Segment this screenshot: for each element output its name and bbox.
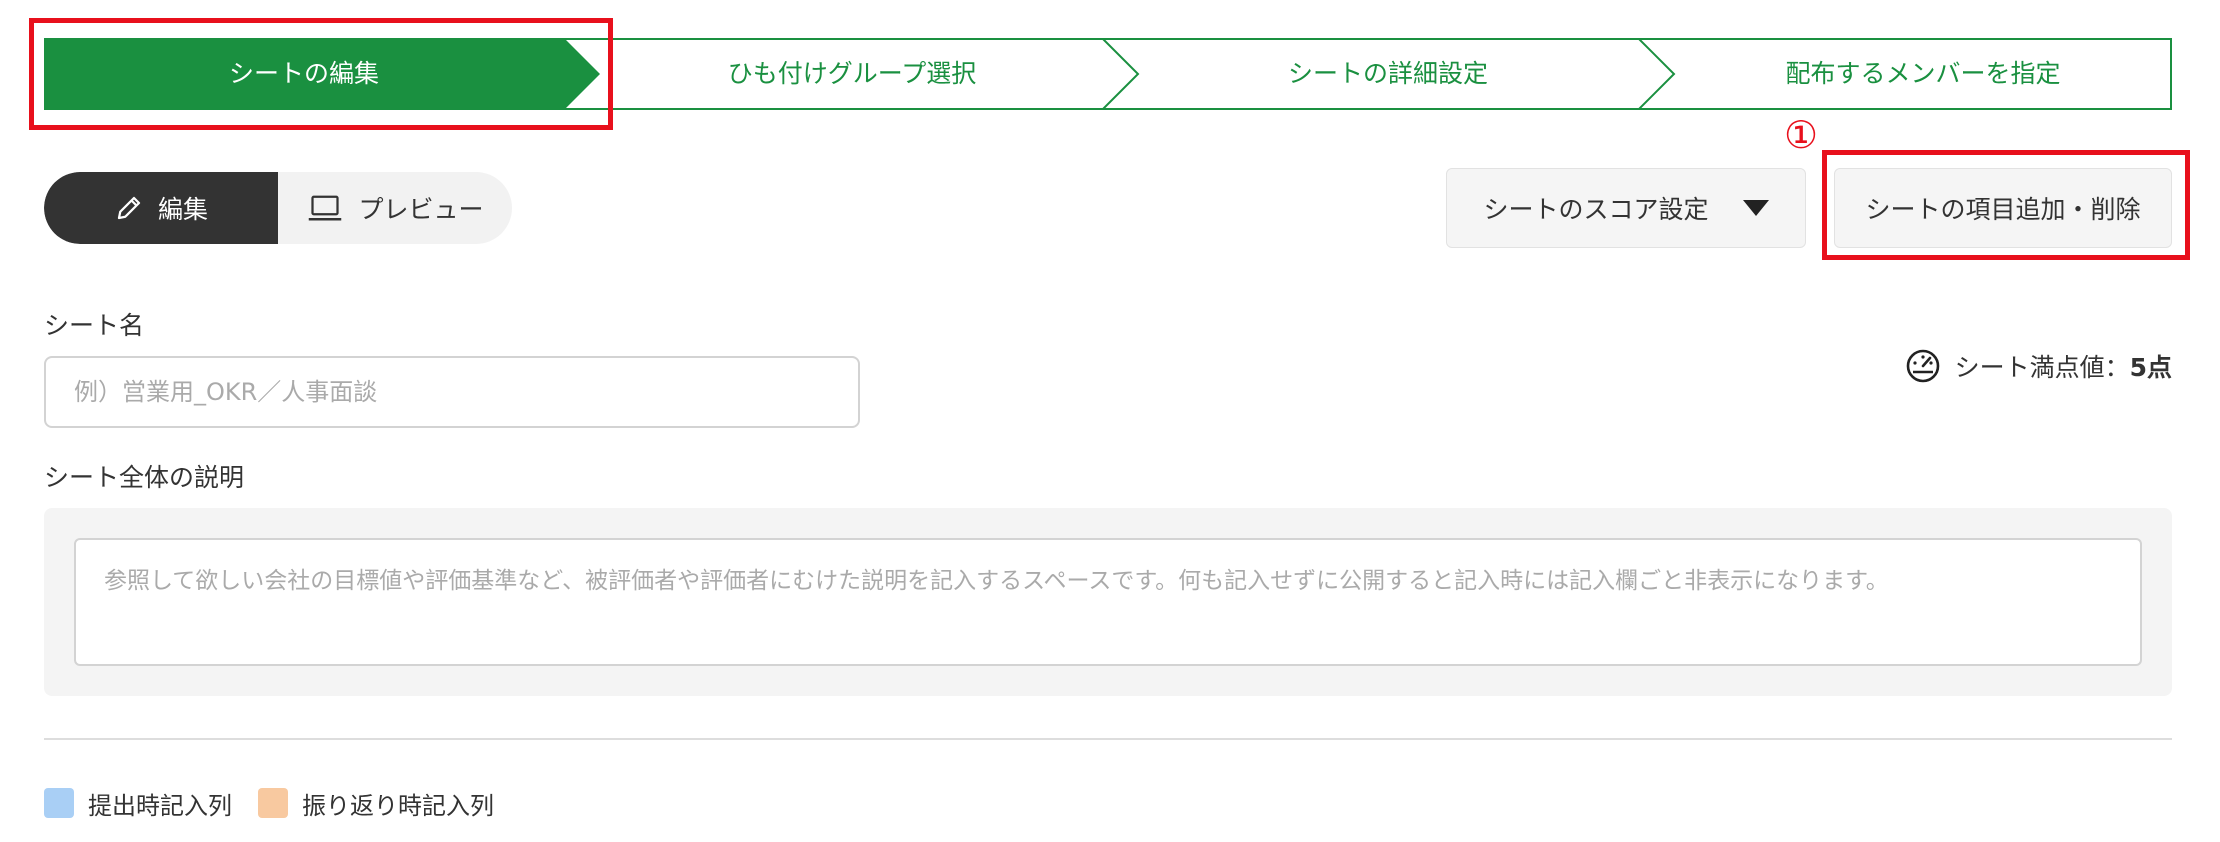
step-sheet-edit[interactable]: シートの編集 <box>44 38 564 110</box>
max-score-label: シート満点値： <box>1954 353 2130 382</box>
edit-mode-label: 編集 <box>157 195 208 224</box>
legend-item-review: 振り返り時記入列 <box>258 786 494 821</box>
legend-swatch-orange <box>258 788 288 818</box>
gauge-icon <box>1906 349 1939 383</box>
legend-label-submit: 提出時記入列 <box>88 791 232 820</box>
step-member-assign[interactable]: 配布するメンバーを指定 <box>1674 38 2172 110</box>
step-group-select[interactable]: ひも付けグループ選択 <box>600 38 1104 110</box>
annotation-number: ① <box>1784 113 1819 157</box>
caret-down-icon <box>1742 200 1769 216</box>
legend-item-submit: 提出時記入列 <box>44 786 232 821</box>
sheet-max-score: シート満点値： 5点 <box>1905 348 2172 384</box>
preview-mode-button[interactable]: プレビュー <box>278 172 512 244</box>
mode-toggle: 編集 プレビュー <box>44 172 512 244</box>
column-legend: 提出時記入列 振り返り時記入列 <box>44 786 520 820</box>
section-divider <box>44 738 2172 740</box>
laptop-icon <box>309 195 342 221</box>
description-panel <box>44 508 2172 696</box>
description-textarea[interactable] <box>74 538 2142 666</box>
description-label: シート全体の説明 <box>44 463 245 492</box>
add-remove-items-label: シートの項目追加・削除 <box>1865 195 2141 224</box>
progress-stepper: シートの編集 ひも付けグループ選択 シートの詳細設定 配布するメンバーを指定 <box>44 38 2172 110</box>
add-remove-items-button[interactable]: シートの項目追加・削除 <box>1834 168 2172 248</box>
step-detail-settings[interactable]: シートの詳細設定 <box>1138 38 1638 110</box>
max-score-value: 5点 <box>2129 353 2172 382</box>
legend-label-review: 振り返り時記入列 <box>302 791 494 820</box>
preview-mode-label: プレビュー <box>358 195 484 224</box>
sheet-name-input[interactable] <box>44 356 860 428</box>
sheet-name-label: シート名 <box>44 311 145 340</box>
pencil-icon <box>117 196 141 220</box>
score-setting-dropdown[interactable]: シートのスコア設定 <box>1446 168 1806 248</box>
score-setting-label: シートのスコア設定 <box>1483 195 1709 224</box>
legend-swatch-blue <box>44 788 74 818</box>
edit-mode-button[interactable]: 編集 <box>44 172 278 244</box>
